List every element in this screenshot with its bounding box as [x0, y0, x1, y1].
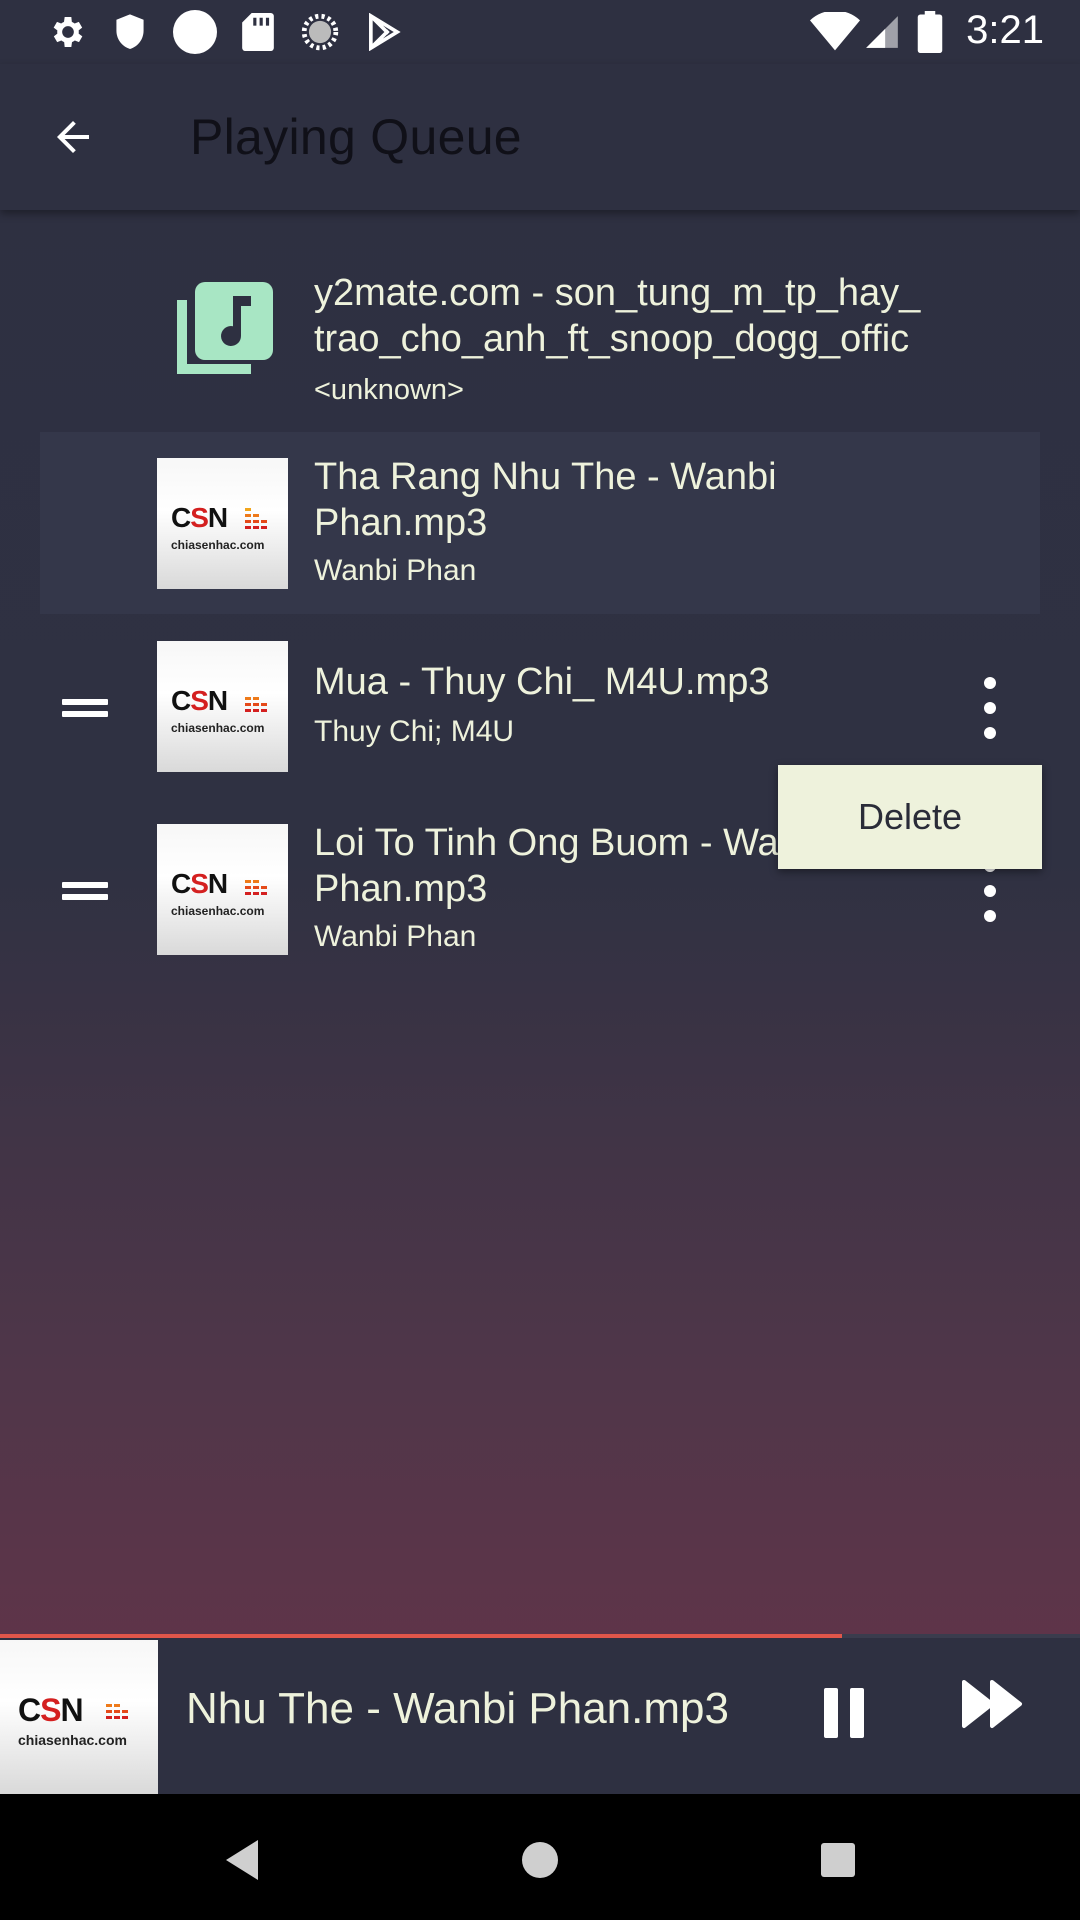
- system-nav-bar: [0, 1794, 1080, 1920]
- playback-progress-fill: [0, 1634, 843, 1638]
- nav-recents-button[interactable]: [808, 1830, 868, 1890]
- queue-item-current[interactable]: CSN chiasenhac.com Tha Rang Nhu The - Wa…: [40, 432, 1040, 614]
- back-button[interactable]: [30, 104, 116, 170]
- queue-item[interactable]: y2mate.com - son_tung_m_tp_hay_ trao_cho…: [40, 260, 1040, 406]
- back-icon: [226, 1840, 258, 1880]
- music-library-icon: [165, 274, 277, 386]
- signal-icon: [862, 12, 902, 52]
- song-title: Loi To Tinh Ong Buom - Wa Phan.mp3: [314, 820, 784, 912]
- nav-back-button[interactable]: [212, 1830, 272, 1890]
- home-icon: [522, 1842, 558, 1878]
- page-title: Playing Queue: [190, 109, 522, 165]
- app-bar: Playing Queue: [0, 64, 1080, 210]
- album-art: CSN chiasenhac.com: [157, 824, 288, 955]
- play-store-icon: [364, 12, 404, 52]
- nav-home-button[interactable]: [510, 1830, 570, 1890]
- song-artist: <unknown>: [314, 374, 464, 406]
- menu-item-delete[interactable]: Delete: [858, 796, 962, 838]
- shield-icon: [110, 12, 150, 52]
- song-title-line: y2mate.com - son_tung_m_tp_hay_: [314, 272, 921, 314]
- song-artist: Wanbi Phan: [314, 920, 477, 953]
- battery-icon: [912, 11, 948, 53]
- popup-menu: Delete: [778, 765, 1042, 869]
- playback-progress[interactable]: [0, 1634, 1080, 1638]
- settings-icon: [48, 12, 88, 52]
- chiasenhac-logo: CSN chiasenhac.com: [157, 824, 288, 955]
- chiasenhac-logo: CSN chiasenhac.com: [0, 1640, 158, 1794]
- album-art: CSN chiasenhac.com: [157, 458, 288, 589]
- loading-icon: [300, 12, 340, 52]
- song-title-line: Phan.mp3: [314, 502, 488, 544]
- drag-handle-icon[interactable]: [62, 687, 108, 727]
- chiasenhac-logo: CSN chiasenhac.com: [157, 458, 288, 589]
- now-playing-art: CSN chiasenhac.com: [0, 1640, 158, 1794]
- song-artist: Thuy Chi; M4U: [314, 715, 515, 748]
- song-title-line: Phan.mp3: [314, 868, 488, 910]
- mini-player[interactable]: CSN chiasenhac.com Nhu The - Wanbi Phan.…: [0, 1636, 1080, 1794]
- song-title: Mua - Thuy Chi_ M4U.mp3: [314, 659, 934, 705]
- sd-card-icon: [238, 12, 278, 52]
- song-title-line: trao_cho_anh_ft_snoop_dogg_offic: [314, 318, 910, 360]
- wifi-icon: [808, 12, 862, 52]
- song-title-line: Loi To Tinh Ong Buom - Wa: [314, 822, 779, 864]
- song-artist: Wanbi Phan: [314, 554, 477, 587]
- clock: 3:21: [966, 8, 1044, 52]
- song-title-line: Tha Rang Nhu The - Wanbi: [314, 456, 777, 498]
- status-bar: 3:21: [0, 0, 1080, 64]
- drag-handle-icon[interactable]: [62, 870, 108, 910]
- album-art: CSN chiasenhac.com: [157, 641, 288, 772]
- fast-forward-icon: [962, 1680, 1022, 1728]
- song-title: y2mate.com - son_tung_m_tp_hay_ trao_cho…: [314, 270, 934, 362]
- circle-icon: [172, 9, 218, 55]
- fast-forward-button[interactable]: [960, 1676, 1040, 1756]
- now-playing-title: Nhu The - Wanbi Phan.mp3: [186, 1684, 729, 1733]
- song-title: Tha Rang Nhu The - Wanbi Phan.mp3: [314, 454, 934, 546]
- song-title-line: Mua - Thuy Chi_ M4U.mp3: [314, 661, 770, 703]
- chiasenhac-logo: CSN chiasenhac.com: [157, 641, 288, 772]
- recents-icon: [821, 1843, 855, 1877]
- more-options-button[interactable]: [970, 673, 1010, 743]
- pause-button[interactable]: [810, 1674, 874, 1754]
- arrow-back-icon: [57, 121, 89, 153]
